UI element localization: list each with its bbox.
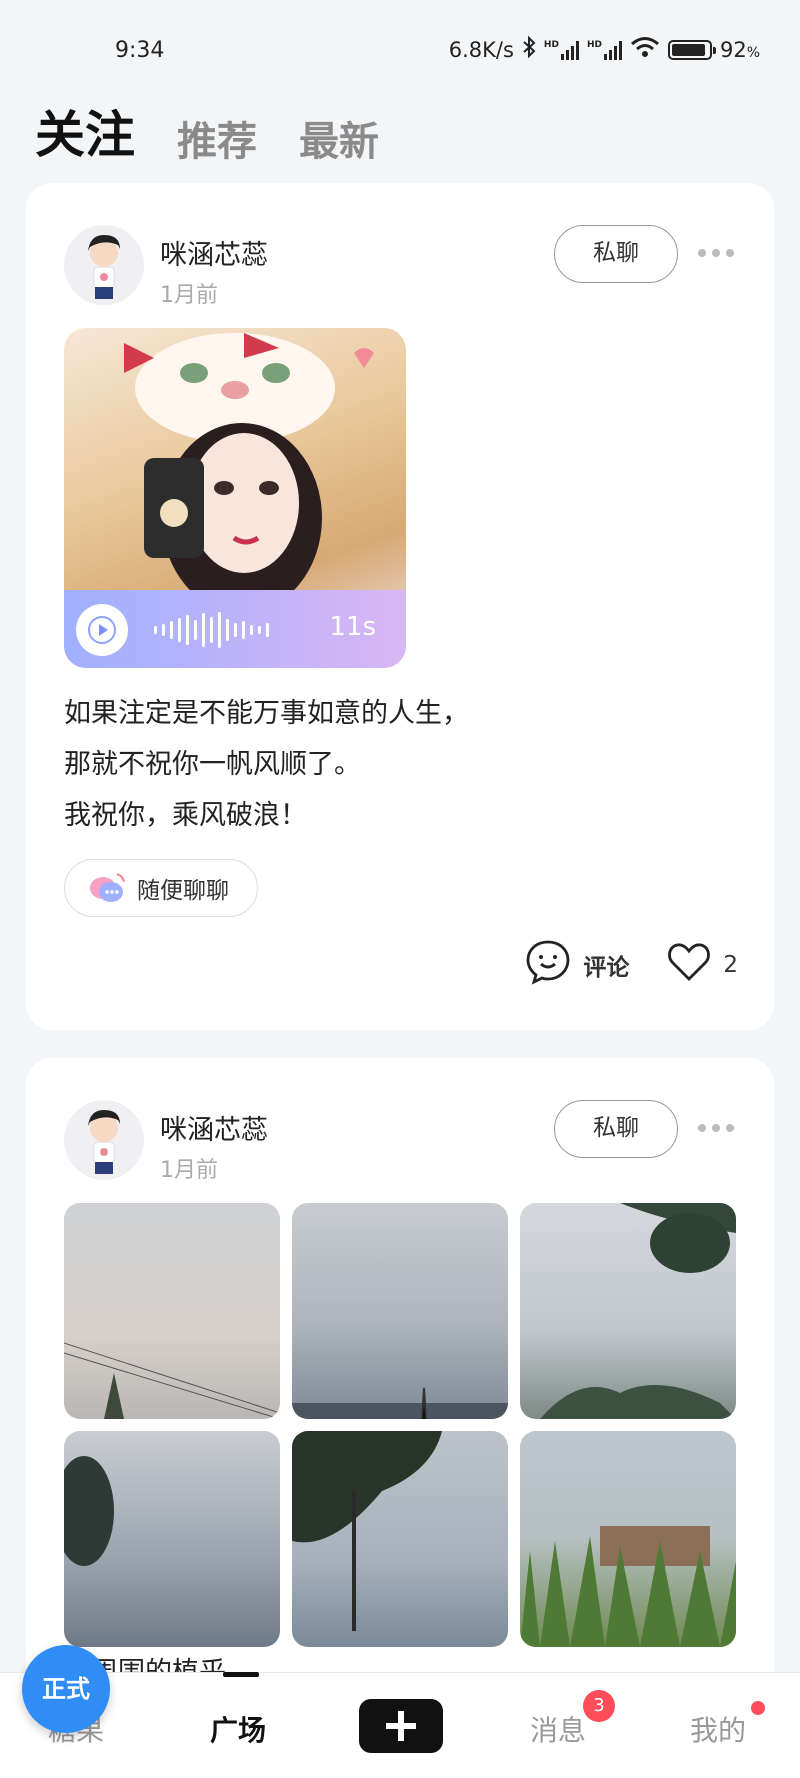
create-post-button[interactable] bbox=[359, 1699, 443, 1753]
tab-recommended[interactable]: 推荐 bbox=[177, 109, 257, 167]
post-card[interactable]: 咪涵芯蕊 1月前 私聊 bbox=[26, 183, 774, 1030]
voice-post-cover[interactable]: 11s bbox=[64, 328, 406, 668]
comment-label: 评论 bbox=[583, 955, 630, 981]
photo-thumbnail[interactable] bbox=[292, 1431, 508, 1647]
nav-messages[interactable]: 消息 bbox=[530, 1709, 586, 1749]
post-time: 1月前 bbox=[160, 283, 218, 308]
floating-env-button[interactable]: 正式 bbox=[22, 1645, 110, 1733]
author-name[interactable]: 咪涵芯蕊 bbox=[160, 233, 268, 272]
photo-thumbnail[interactable] bbox=[520, 1203, 736, 1419]
topic-label: 随便聊聊 bbox=[137, 878, 229, 904]
photo-thumbnail[interactable] bbox=[520, 1431, 736, 1647]
signal-icon-1: HD bbox=[544, 40, 579, 60]
message-badge: 3 bbox=[583, 1690, 615, 1722]
photo-grid bbox=[64, 1203, 736, 1647]
author-name[interactable]: 咪涵芯蕊 bbox=[160, 1108, 268, 1147]
like-button[interactable]: 2 bbox=[667, 942, 738, 988]
voice-player[interactable]: 11s bbox=[64, 590, 406, 668]
photo-thumbnail[interactable] bbox=[64, 1431, 280, 1647]
post-text-line: 那就不祝你一帆风顺了。 bbox=[64, 749, 361, 780]
private-chat-button[interactable]: 私聊 bbox=[554, 1100, 678, 1158]
post-text-line: 我祝你，乘风破浪！ bbox=[64, 800, 307, 831]
comment-button[interactable]: 评论 bbox=[525, 939, 629, 991]
nav-profile[interactable]: 我的 bbox=[690, 1709, 746, 1749]
active-tab-indicator bbox=[223, 1672, 259, 1677]
feed-tabs: 关注 推荐 最新 bbox=[35, 95, 379, 167]
nav-square[interactable]: 广场 bbox=[210, 1709, 266, 1749]
photo-thumbnail[interactable] bbox=[64, 1203, 280, 1419]
status-time: 9:34 bbox=[115, 38, 165, 63]
waveform-icon bbox=[154, 610, 269, 650]
tab-latest[interactable]: 最新 bbox=[299, 109, 379, 167]
bottom-nav: 糖果 广场 消息 我的 bbox=[0, 1672, 800, 1778]
topic-chip[interactable]: 随便聊聊 bbox=[64, 859, 258, 917]
post-header: 咪涵芯蕊 1月前 私聊 bbox=[64, 1100, 736, 1184]
post-text: 如果注定是不能万事如意的人生， 那就不祝你一帆风顺了。 我祝你，乘风破浪！ bbox=[64, 688, 744, 841]
more-options-icon[interactable] bbox=[696, 241, 736, 265]
heart-icon bbox=[667, 942, 711, 988]
post-time: 1月前 bbox=[160, 1158, 218, 1183]
avatar[interactable] bbox=[64, 1100, 144, 1180]
battery-icon bbox=[667, 39, 716, 60]
photo-thumbnail[interactable] bbox=[292, 1203, 508, 1419]
like-count: 2 bbox=[723, 952, 738, 978]
hd-badge: HD bbox=[586, 39, 602, 50]
bluetooth-icon bbox=[522, 35, 536, 63]
private-chat-button[interactable]: 私聊 bbox=[554, 225, 678, 283]
chat-bubbles-icon bbox=[87, 870, 127, 906]
tab-following[interactable]: 关注 bbox=[35, 95, 135, 167]
wifi-icon bbox=[630, 36, 660, 63]
comment-icon bbox=[525, 939, 571, 991]
play-icon[interactable] bbox=[76, 604, 128, 656]
status-icons: 6.8K/s HD HD 92% bbox=[448, 35, 760, 63]
voice-duration: 11s bbox=[329, 612, 376, 642]
avatar[interactable] bbox=[64, 225, 144, 305]
post-header: 咪涵芯蕊 1月前 私聊 bbox=[64, 225, 736, 309]
post-text-line: 如果注定是不能万事如意的人生， bbox=[64, 698, 469, 729]
more-options-icon[interactable] bbox=[696, 1116, 736, 1140]
hd-badge: HD bbox=[543, 39, 559, 50]
plus-icon bbox=[386, 1711, 416, 1741]
battery-percent: 92% bbox=[719, 37, 760, 62]
status-bar: 9:34 6.8K/s HD HD 92% bbox=[0, 0, 800, 80]
signal-icon-2: HD bbox=[587, 40, 622, 60]
profile-notification-dot bbox=[751, 1701, 765, 1715]
post-actions: 评论 2 bbox=[525, 939, 738, 991]
net-speed: 6.8K/s bbox=[448, 37, 514, 62]
